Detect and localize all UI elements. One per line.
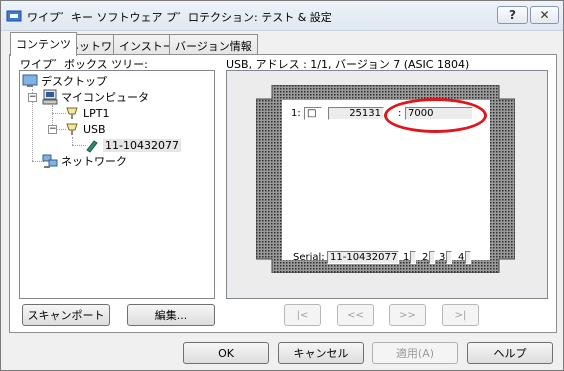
slot-field[interactable]: □ xyxy=(304,107,322,120)
tree-collapse-toggle[interactable]: − xyxy=(48,125,57,134)
network-icon xyxy=(42,153,58,169)
scan-ports-button[interactable]: スキャンポート xyxy=(22,304,110,326)
port-1-box[interactable] xyxy=(410,251,416,264)
title-help-button[interactable]: ? xyxy=(497,6,528,24)
dialog-window: ワイプ゛キー ソフトウェア プ゛ロテクション: テスト & 設定 ? ✕ コンテ… xyxy=(0,0,564,371)
first-button[interactable]: |< xyxy=(284,304,321,326)
window-title: ワイプ゛キー ソフトウェア プ゛ロテクション: テスト & 設定 xyxy=(27,11,332,24)
next-button[interactable]: >> xyxy=(389,304,426,326)
usb-port-icon xyxy=(64,121,80,137)
tree-item-lpt1[interactable]: LPT1 xyxy=(64,105,109,121)
tree-item-my-computer[interactable]: マイコンピュータ xyxy=(42,89,149,105)
port-2-label: 2 xyxy=(422,252,429,263)
port-1-label: 1 xyxy=(403,252,410,263)
close-icon: ✕ xyxy=(539,8,550,22)
cancel-button[interactable]: キャンセル xyxy=(278,342,364,364)
tree-item-usb-key[interactable]: 11-10432077 xyxy=(84,137,181,153)
previous-button[interactable]: << xyxy=(337,304,374,326)
red-highlight-ellipse xyxy=(384,98,487,133)
my-computer-icon xyxy=(42,89,58,105)
port-3-label: 3 xyxy=(439,252,446,263)
desktop-icon xyxy=(22,73,38,89)
wibukey-app-icon xyxy=(6,8,22,24)
memory-field[interactable]: 25131 xyxy=(328,107,384,120)
serial-label: Serial: xyxy=(293,252,325,263)
last-button[interactable]: >| xyxy=(442,304,479,326)
port-3-box[interactable] xyxy=(446,251,452,264)
tree-item-usb[interactable]: USB xyxy=(64,121,106,137)
slot-label: 1: xyxy=(291,108,301,119)
tab-contents[interactable]: コンテンツ xyxy=(10,32,77,56)
port-4-box[interactable] xyxy=(465,251,471,264)
tree-item-network[interactable]: ネットワーク xyxy=(42,153,127,169)
port-4-label: 4 xyxy=(458,252,465,263)
ok-button[interactable]: OK xyxy=(183,342,269,364)
tree-item-desktop[interactable]: デスクトップ xyxy=(22,73,107,89)
title-close-button[interactable]: ✕ xyxy=(530,6,559,24)
usb-key-icon xyxy=(84,137,100,153)
help-button[interactable]: ヘルプ xyxy=(467,342,553,364)
edit-button[interactable]: 編集... xyxy=(127,304,215,326)
tree-collapse-toggle[interactable]: − xyxy=(28,93,37,102)
parallel-port-icon xyxy=(64,105,80,121)
tree-connector xyxy=(72,137,73,145)
port-2-box[interactable] xyxy=(429,251,435,264)
tab-version-info[interactable]: バージョン情報 xyxy=(169,34,258,54)
wibubox-tree[interactable]: デスクトップ − マイコンピュータ LPT1 − USB 11-10432077… xyxy=(19,70,215,299)
apply-button[interactable]: 適用(A) xyxy=(372,342,458,364)
title-bar: ワイプ゛キー ソフトウェア プ゛ロテクション: テスト & 設定 ? ✕ xyxy=(1,1,563,31)
serial-field[interactable]: 11-10432077 xyxy=(327,251,399,264)
